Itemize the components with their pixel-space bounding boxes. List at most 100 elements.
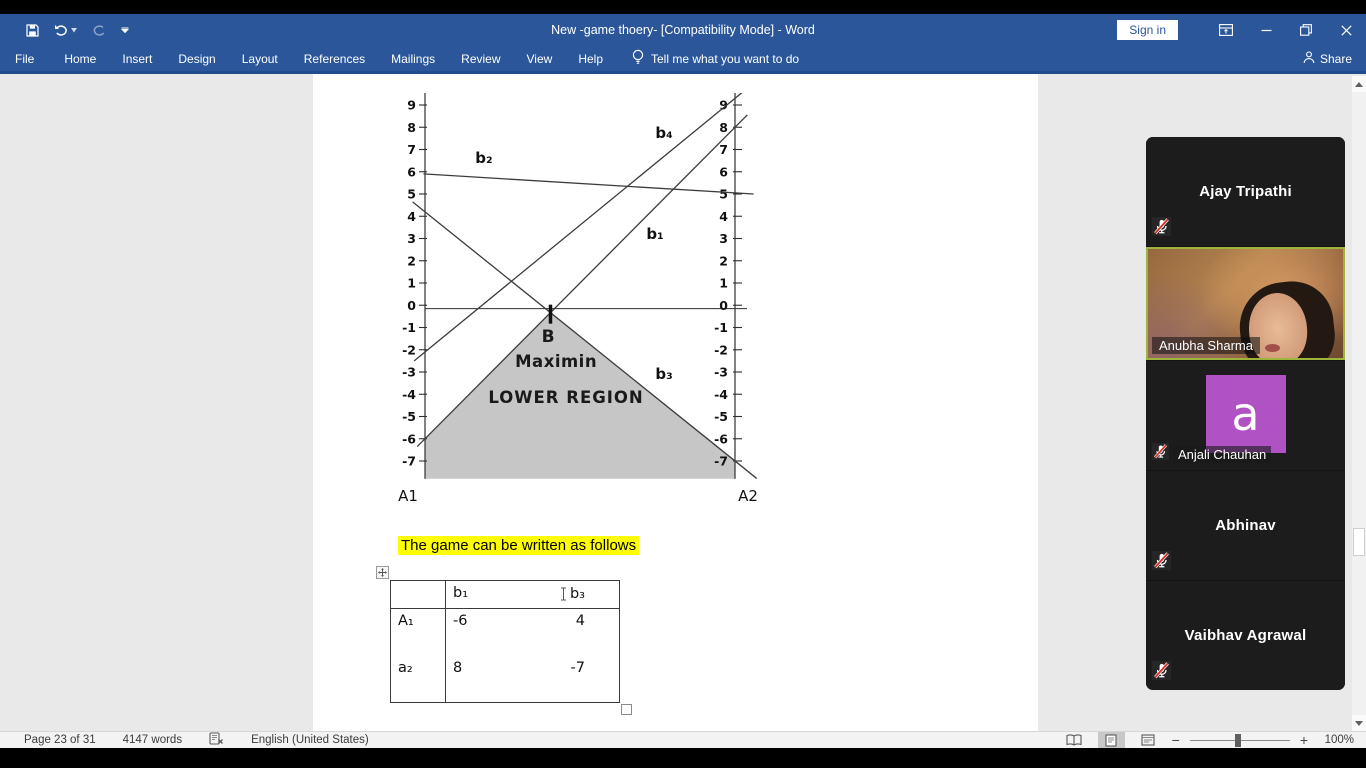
tab-mailings[interactable]: Mailings [378,45,448,73]
svg-text:b₃: b₃ [655,365,672,383]
zoom-out-icon[interactable]: − [1172,733,1180,747]
word-count[interactable]: 4147 words [123,734,182,746]
table-header-corner[interactable] [391,581,446,609]
status-bar: Page 23 of 31 4147 words English (United… [0,731,1366,748]
video-lips-shape [1265,343,1280,352]
avatar-letter: a [1231,387,1260,441]
svg-text:-3: -3 [402,365,416,380]
ribbon-tab-bar: File Home Insert Design Layout Reference… [0,46,1366,74]
share-person-icon [1303,50,1315,67]
svg-text:-3: -3 [714,365,728,380]
quick-access-toolbar [26,14,129,46]
web-layout-icon[interactable] [1135,732,1162,748]
svg-text:1: 1 [719,276,728,291]
svg-text:A2: A2 [738,487,758,505]
table-header-b3-cell[interactable]: b₃ [531,581,619,609]
close-icon[interactable] [1326,14,1366,46]
table-resize-handle[interactable] [621,704,632,715]
participant-tile-anubha-video[interactable]: Anubha Sharma [1146,247,1345,360]
highlighted-sentence[interactable]: The game can be written as follows [398,536,640,555]
participant-tile-anjali[interactable]: a Anjali Chauhan [1146,361,1345,470]
participant-name: Anjali Chauhan [1173,445,1272,463]
table-move-handle[interactable] [376,566,389,579]
table-cell-A1-b3[interactable]: 4 [531,609,619,656]
share-label: Share [1319,51,1352,66]
print-layout-icon[interactable] [1097,732,1125,748]
tab-layout[interactable]: Layout [229,45,291,73]
tab-design[interactable]: Design [165,45,228,73]
svg-text:0: 0 [719,298,728,313]
meeting-participants-panel: Ajay Tripathi Anubha Sharma a Anjali Cha… [1146,137,1345,690]
svg-text:-4: -4 [714,387,728,402]
bottom-black-strip [0,748,1366,768]
svg-text:b₁: b₁ [646,225,663,243]
svg-text:LOWER REGION: LOWER REGION [488,388,643,407]
tab-references[interactable]: References [291,45,378,73]
page-indicator[interactable]: Page 23 of 31 [24,734,96,746]
tell-me-box[interactable]: Tell me what you want to do [616,49,799,68]
table-header-b3: b₃ [569,586,585,602]
svg-text:2: 2 [719,253,728,268]
table-row-label-a2[interactable]: a₂ [391,656,446,702]
proofing-icon[interactable] [209,732,224,748]
svg-text:0: 0 [407,298,416,313]
redo-icon[interactable] [92,24,106,36]
minimize-icon[interactable] [1246,14,1286,46]
zoom-slider-thumb[interactable] [1234,734,1241,747]
zoom-level[interactable]: 100% [1318,734,1354,746]
screen: New -game thoery- [Compatibility Mode] -… [0,0,1366,768]
table-cell-A1-b1[interactable]: -6 [446,609,531,656]
top-black-strip [0,0,1366,14]
participant-tile-abhinav[interactable]: Abhinav [1146,471,1345,580]
tab-help[interactable]: Help [565,45,616,73]
language-indicator[interactable]: English (United States) [251,734,369,746]
table-cell-a2-b1[interactable]: 8 [446,656,531,702]
svg-text:-5: -5 [714,409,728,424]
zoom-slider[interactable] [1189,732,1290,748]
read-mode-icon[interactable] [1061,732,1088,748]
svg-text:3: 3 [719,231,728,246]
restore-icon[interactable] [1286,14,1326,46]
svg-text:2: 2 [407,253,416,268]
table-cell-a2-b3[interactable]: -7 [531,656,619,702]
undo-icon[interactable] [54,24,77,36]
share-button[interactable]: Share [1303,50,1352,67]
svg-text:6: 6 [719,164,728,179]
table-header-b1[interactable]: b₁ [446,581,531,609]
scroll-down-icon[interactable] [1352,715,1366,731]
vertical-scrollbar[interactable] [1352,76,1366,731]
customize-qat-icon[interactable] [121,27,129,33]
svg-text:5: 5 [719,187,728,202]
table-row-label-A1[interactable]: A₁ [391,609,446,656]
sign-in-button[interactable]: Sign in [1117,20,1178,40]
svg-text:7: 7 [719,142,728,157]
title-bar: New -game thoery- [Compatibility Mode] -… [0,14,1366,46]
scrollbar-thumb[interactable] [1353,528,1365,556]
svg-text:A1: A1 [398,487,418,505]
ribbon-display-options-icon[interactable] [1206,14,1246,46]
svg-text:4: 4 [719,209,728,224]
tab-home[interactable]: Home [51,45,109,73]
participant-tile-ajay[interactable]: Ajay Tripathi [1146,137,1345,246]
svg-text:-6: -6 [714,431,728,446]
svg-text:6: 6 [407,164,416,179]
svg-text:b₂: b₂ [475,149,492,167]
save-icon[interactable] [26,23,39,37]
svg-text:-5: -5 [402,409,416,424]
zoom-in-icon[interactable]: + [1300,733,1308,747]
svg-text:b₄: b₄ [655,124,672,142]
tab-review[interactable]: Review [448,45,513,73]
svg-text:-1: -1 [714,320,728,335]
avatar: a [1205,375,1286,453]
participant-name: Anubha Sharma [1152,337,1260,354]
participant-tile-vaibhav[interactable]: Vaibhav Agrawal [1146,581,1345,690]
document-page[interactable]: 9 9 8 8 7 7 6 6 5 5 4 4 3 3 2 2 1 1 0 0 -1 -1 -2 -2 -3 -3 -4 -4 -5 -5… [313,74,1038,731]
svg-text:-4: -4 [402,387,416,402]
tab-view[interactable]: View [514,45,566,73]
scroll-up-icon[interactable] [1352,76,1366,92]
svg-text:9: 9 [407,98,416,113]
tab-file[interactable]: File [0,45,51,73]
lightbulb-icon [632,49,644,68]
game-theory-graph[interactable]: 9 98 87 76 65 54 43 32 21 10 0-1 -1-2 -2-3 -3-4 -4-5 -5… [385,93,765,513]
tab-insert[interactable]: Insert [109,45,165,73]
